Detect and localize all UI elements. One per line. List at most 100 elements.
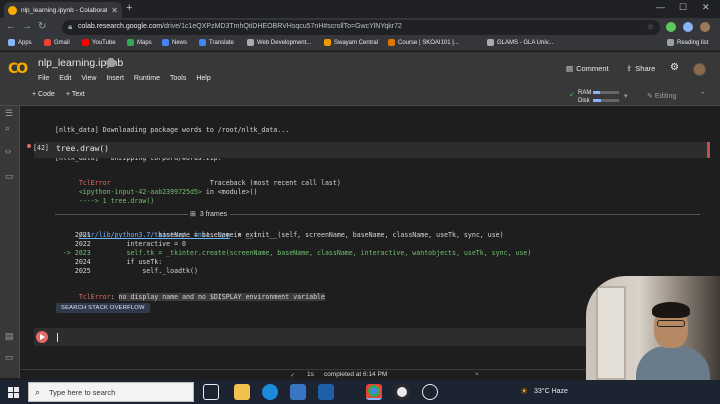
bookmark-web-development[interactable]: Web Development... (247, 39, 311, 46)
bookmark-glams[interactable]: GLAMS - GLA Univ... (487, 39, 553, 46)
resources-dropdown-icon[interactable]: ▾ (624, 92, 628, 100)
run-cell-icon[interactable] (36, 331, 48, 343)
collapse-header-icon[interactable]: ⌃ (700, 91, 706, 99)
status-completed: completed at 6:14 PM (324, 371, 388, 378)
add-text-button[interactable]: + Text (66, 91, 85, 98)
menu-insert[interactable]: Insert (106, 75, 124, 82)
webcam-person-glasses (657, 320, 685, 327)
bookmark-star-icon[interactable]: ☆ (647, 22, 654, 31)
status-duration: 1s (307, 371, 314, 378)
code-cell-tree-draw[interactable] (34, 142, 710, 158)
task-view-icon[interactable] (203, 384, 219, 400)
bookmark-course[interactable]: Course | SKOAI101 |... (388, 39, 459, 46)
webcam-door (596, 286, 626, 380)
settings-gear-icon[interactable]: ⚙ (670, 62, 679, 73)
disk-label: Disk (578, 98, 590, 104)
reload-icon[interactable]: ↻ (38, 21, 46, 32)
resource-indicator[interactable]: RAM Disk (578, 89, 591, 105)
table-of-contents-icon[interactable]: ☰ (5, 108, 13, 119)
reading-list-icon (667, 39, 674, 46)
apps-grid-icon (8, 39, 15, 46)
extension-icon[interactable] (666, 22, 676, 32)
code-snippets-icon[interactable]: ‹› (5, 146, 11, 156)
menu-file[interactable]: File (38, 75, 49, 82)
back-icon[interactable]: ← (6, 21, 16, 32)
mail-icon[interactable] (318, 384, 334, 400)
extensions-puzzle-icon[interactable] (683, 22, 693, 32)
bookmark-maps[interactable]: Maps (127, 39, 152, 46)
obs-icon[interactable] (394, 384, 410, 400)
edge-icon[interactable] (262, 384, 278, 400)
editing-mode[interactable]: ✎ Editing (647, 92, 676, 100)
menu-view[interactable]: View (81, 75, 96, 82)
menu-edit[interactable]: Edit (59, 75, 71, 82)
search-icon[interactable]: ⌕ (5, 123, 10, 134)
search-icon: ⌕ (35, 387, 41, 397)
command-palette-icon[interactable]: ▤ (5, 331, 14, 342)
status-close-icon[interactable]: × (475, 371, 479, 378)
colab-header: CO nlp_learning.ipynb File Edit View Ins… (0, 52, 720, 88)
bookmark-apps[interactable]: Apps (8, 39, 32, 46)
course-icon (388, 39, 395, 46)
notebook-toolbar: + Code + Text ✓ RAM Disk ▾ ✎ Editing ⌃ (0, 88, 720, 106)
browser-tab[interactable]: nlp_learning.ipynb - Colaborato ✕ (4, 2, 122, 18)
traceback-arrow-line: ----> 1 tree.draw() (78, 197, 155, 206)
browser-tab-strip: nlp_learning.ipynb - Colaborato ✕ + — ☐ … (0, 0, 720, 18)
bookmark-gmail[interactable]: Gmail (44, 39, 70, 46)
bookmark-swayam[interactable]: Swayam Central (324, 39, 378, 46)
new-tab-icon[interactable]: + (126, 2, 132, 14)
ram-bar (593, 91, 619, 94)
user-avatar[interactable] (693, 63, 706, 76)
address-bar[interactable]: 🔒︎ colab.research.google.com/drive/1c1eQ… (62, 20, 660, 35)
bookmark-youtube[interactable]: YouTube (82, 39, 116, 46)
reading-list[interactable]: Reading list (667, 39, 708, 46)
cell-scrollbar[interactable] (707, 142, 710, 158)
drive-icon[interactable] (106, 58, 116, 67)
traceback-code-line: 2022 interactive = 0 (55, 240, 187, 248)
menu-runtime[interactable]: Runtime (134, 75, 160, 82)
bookmark-news[interactable]: News (162, 39, 187, 46)
share-icon: ⇪ (626, 64, 633, 73)
windows-taskbar: ⌕ Type here to search ☀ 33°C Haze (0, 380, 720, 404)
frames-divider-left (55, 214, 188, 215)
forward-icon[interactable]: → (22, 21, 32, 32)
glams-icon (487, 39, 494, 46)
webcam-overlay (586, 276, 720, 380)
file-explorer-icon[interactable] (234, 384, 250, 400)
news-icon (162, 39, 169, 46)
disk-bar (593, 99, 619, 102)
menu-help[interactable]: Help (196, 75, 210, 82)
execution-count: [42] (33, 144, 49, 152)
menu-bar: File Edit View Insert Runtime Tools Help (38, 75, 211, 82)
chrome-icon[interactable] (366, 384, 382, 400)
comment-button[interactable]: ▤ Comment (566, 64, 609, 73)
menu-tools[interactable]: Tools (170, 75, 186, 82)
colab-logo[interactable]: CO (8, 61, 28, 77)
settings-icon[interactable] (422, 384, 438, 400)
cell-code[interactable]: tree.draw() (56, 144, 109, 153)
search-stack-overflow-button[interactable]: SEARCH STACK OVERFLOW (56, 303, 150, 313)
traceback-code-line: 2025 self._loadtk() (55, 267, 198, 275)
profile-avatar-icon[interactable] (700, 22, 710, 32)
url-text: colab.research.google.com/drive/1c1eQXPz… (78, 23, 402, 30)
terminal-icon[interactable]: ▭ (5, 352, 14, 363)
translate-icon (199, 39, 206, 46)
webcam-person-hair (652, 302, 690, 318)
connected-check-icon: ✓ (569, 92, 575, 99)
maximize-icon[interactable]: ☐ (679, 2, 687, 13)
taskbar-search-box[interactable]: ⌕ Type here to search (28, 382, 194, 402)
weather-text[interactable]: 33°C Haze (534, 388, 568, 395)
files-icon[interactable]: ▭ (5, 171, 14, 182)
minimize-icon[interactable]: — (656, 2, 665, 12)
share-button[interactable]: ⇪ Share (626, 64, 655, 73)
bookmark-translate[interactable]: Translate (199, 39, 234, 46)
add-code-button[interactable]: + Code (32, 91, 55, 98)
frames-toggle[interactable]: ⊞ 3 frames (190, 210, 227, 219)
close-window-icon[interactable]: ✕ (702, 2, 710, 13)
store-icon[interactable] (290, 384, 306, 400)
tab-close-icon[interactable]: ✕ (111, 6, 118, 15)
browser-toolbar: ← → ↻ 🔒︎ colab.research.google.com/drive… (0, 18, 720, 37)
bookmarks-bar: Apps Gmail YouTube Maps News Translate W… (0, 37, 720, 51)
windows-start-icon[interactable] (8, 387, 19, 398)
comment-icon: ▤ (566, 64, 574, 73)
